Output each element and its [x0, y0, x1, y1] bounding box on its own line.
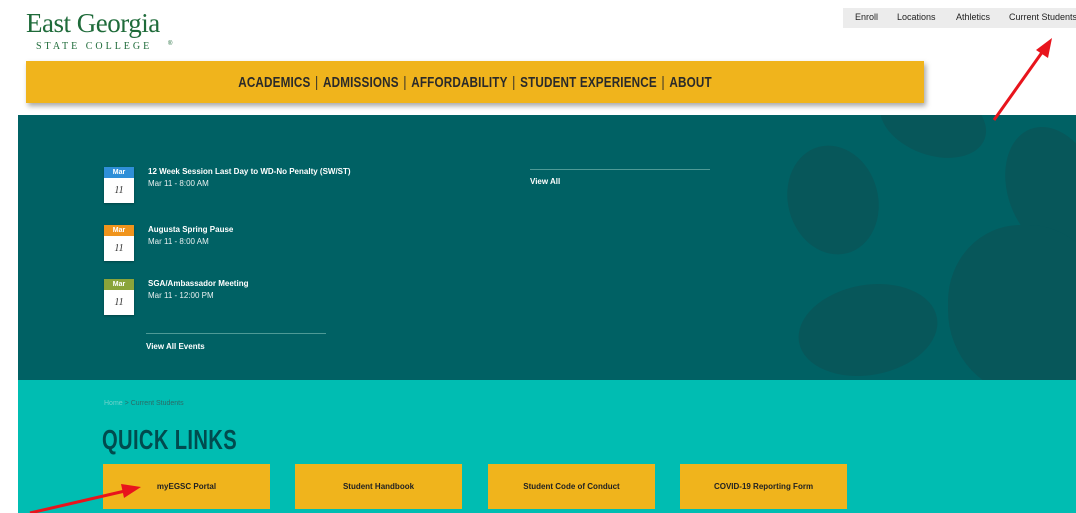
nav-separator: |	[512, 74, 516, 91]
event-title[interactable]: Augusta Spring Pause	[148, 225, 233, 234]
event-title[interactable]: SGA/Ambassador Meeting	[148, 279, 248, 288]
event-month: Mar	[104, 225, 134, 236]
event-time: Mar 11 - 8:00 AM	[148, 179, 209, 188]
divider	[146, 333, 326, 334]
calendar-icon: Mar 11	[104, 279, 134, 315]
main-nav: ACADEMICS | ADMISSIONS | AFFORDABILITY | STUDE…	[26, 61, 924, 103]
breadcrumb: Home > Current Students	[104, 400, 184, 407]
annotation-arrow-current-students	[992, 38, 1052, 121]
nav-item-affordability[interactable]: AFFORDABILITY	[411, 74, 507, 91]
calendar-icon: Mar 11	[104, 225, 134, 261]
page-title: QUICK LINKS	[102, 424, 237, 455]
view-all-link[interactable]: View All	[530, 177, 560, 186]
event-day: 11	[114, 185, 124, 196]
logo-wordmark: East Georgia	[26, 8, 160, 38]
event-item[interactable]: Mar 11 12 Week Session Last Day to WD-No…	[104, 167, 404, 207]
nav-item-student-experience[interactable]: STUDENT EXPERIENCE	[520, 74, 657, 91]
view-all-events-link[interactable]: View All Events	[146, 342, 205, 351]
nav-separator: |	[315, 74, 319, 91]
quick-link-myegsc-portal[interactable]: myEGSC Portal	[103, 464, 270, 509]
event-time: Mar 11 - 8:00 AM	[148, 237, 209, 246]
nav-item-about[interactable]: ABOUT	[669, 74, 711, 91]
event-day: 11	[114, 243, 124, 254]
quick-links-section: Home > Current Students QUICK LINKS myEG…	[18, 380, 1076, 513]
quick-link-student-handbook[interactable]: Student Handbook	[295, 464, 462, 509]
calendar-icon: Mar 11	[104, 167, 134, 203]
quick-link-covid-form[interactable]: COVID-19 Reporting Form	[680, 464, 847, 509]
event-item[interactable]: Mar 11 Augusta Spring Pause Mar 11 - 8:0…	[104, 225, 404, 265]
divider	[530, 169, 710, 170]
utility-link-current-students[interactable]: Current Students	[1009, 12, 1076, 22]
utility-link-athletics[interactable]: Athletics	[956, 12, 990, 22]
paw-print-decoration	[948, 225, 1076, 380]
utility-link-enroll[interactable]: Enroll	[855, 12, 878, 22]
paw-print-decoration	[869, 115, 997, 172]
nav-separator: |	[403, 74, 407, 91]
event-time: Mar 11 - 12:00 PM	[148, 291, 214, 300]
utility-link-locations[interactable]: Locations	[897, 12, 936, 22]
college-logo[interactable]: East Georgia STATE COLLEGE ®	[26, 8, 176, 60]
nav-separator: |	[661, 74, 665, 91]
quick-link-code-of-conduct[interactable]: Student Code of Conduct	[488, 464, 655, 509]
event-month: Mar	[104, 279, 134, 290]
nav-item-academics[interactable]: ACADEMICS	[238, 74, 310, 91]
registered-mark: ®	[168, 41, 173, 47]
events-section: Mar 11 12 Week Session Last Day to WD-No…	[18, 115, 1076, 380]
event-month: Mar	[104, 167, 134, 178]
paw-print-decoration	[791, 273, 945, 380]
event-item[interactable]: Mar 11 SGA/Ambassador Meeting Mar 11 - 1…	[104, 279, 404, 319]
breadcrumb-separator: >	[124, 400, 129, 407]
breadcrumb-current: Current Students	[130, 400, 184, 407]
paw-print-decoration	[775, 135, 891, 265]
utility-nav: Enroll Locations Athletics Current Stude…	[843, 8, 1076, 28]
event-title[interactable]: 12 Week Session Last Day to WD-No Penalt…	[148, 167, 351, 176]
nav-item-admissions[interactable]: ADMISSIONS	[323, 74, 399, 91]
event-day: 11	[114, 297, 124, 308]
logo-subtitle: STATE COLLEGE	[36, 41, 153, 52]
breadcrumb-home[interactable]: Home	[104, 400, 123, 407]
